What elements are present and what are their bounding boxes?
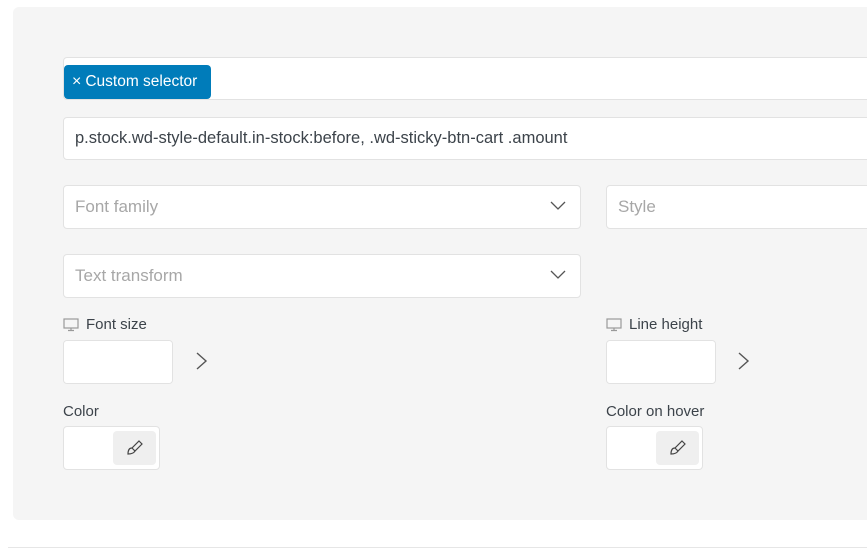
brush-icon: [669, 440, 686, 455]
text-transform-select[interactable]: Text transform: [63, 254, 581, 298]
color-field[interactable]: [63, 426, 160, 470]
tag-label: Custom selector: [85, 73, 198, 90]
font-family-placeholder: Font family: [75, 197, 159, 216]
font-size-label-text: Font size: [86, 316, 147, 333]
color-hover-field[interactable]: [606, 426, 703, 470]
style-placeholder: Style: [618, 197, 656, 216]
font-size-label: Font size: [63, 316, 147, 333]
line-height-label: Line height: [606, 316, 702, 333]
line-height-label-text: Line height: [629, 316, 703, 333]
font-size-input[interactable]: [64, 341, 172, 383]
line-height-field: px: [606, 340, 716, 384]
desktop-icon: [63, 317, 79, 331]
font-family-select[interactable]: Font family: [63, 185, 581, 229]
desktop-icon: [606, 317, 622, 331]
font-size-field: px: [63, 340, 173, 384]
line-height-input[interactable]: [607, 341, 715, 383]
chevron-right-icon[interactable]: [195, 351, 209, 371]
chevron-down-icon: [550, 270, 566, 279]
text-transform-placeholder: Text transform: [75, 266, 183, 285]
style-select[interactable]: Style: [606, 185, 867, 229]
color-hover-label: Color on hover: [606, 403, 705, 420]
color-picker-button[interactable]: [113, 431, 156, 465]
custom-selector-input[interactable]: p.stock.wd-style-default.in-stock:before…: [63, 117, 867, 160]
custom-selector-tag[interactable]: × Custom selector: [64, 65, 212, 99]
divider: [8, 547, 867, 548]
chevron-down-icon: [550, 201, 566, 210]
close-icon[interactable]: ×: [72, 65, 81, 99]
color-label: Color: [63, 403, 99, 420]
brush-icon: [126, 440, 143, 455]
chevron-right-icon[interactable]: [737, 351, 751, 371]
color-hover-picker-button[interactable]: [656, 431, 699, 465]
